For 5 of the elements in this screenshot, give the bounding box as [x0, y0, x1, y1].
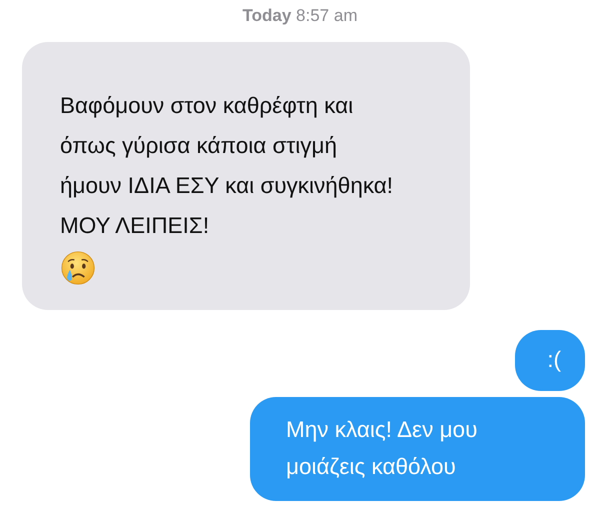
message-text: Βαφόμουν στον καθρέφτη και όπως γύρισα κάποια στιγμή ήμουν ΙΔΙΑ ΕΣΥ και συγκινήθηκα! ΜΟΥ ΛΕΙΠΕΙΣ! [60, 92, 394, 240]
crying-face-icon [60, 250, 96, 286]
message-text: Μην κλαις! Δεν μου μοιάζεις καθόλου [286, 416, 478, 481]
message-timestamp: Today 8:57 am [242, 5, 358, 27]
message-text: :( [547, 346, 561, 374]
